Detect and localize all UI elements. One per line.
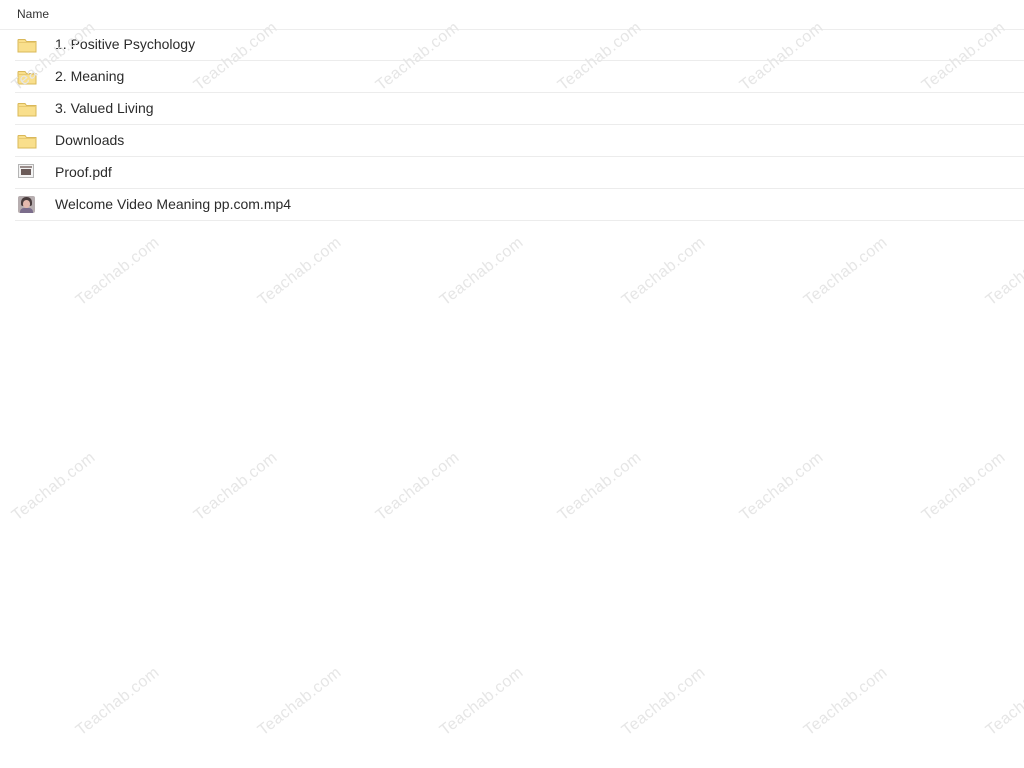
file-row-folder[interactable]: 2. Meaning <box>15 61 1024 93</box>
file-row-folder[interactable]: 3. Valued Living <box>15 93 1024 125</box>
watermark-text: Teachab.com <box>254 233 345 310</box>
file-name: 1. Positive Psychology <box>55 36 196 52</box>
watermark-text: Teachab.com <box>618 233 709 310</box>
watermark-text: Teachab.com <box>800 663 891 740</box>
watermark-text: Teachab.com <box>982 663 1024 740</box>
watermark-text: Teachab.com <box>436 663 527 740</box>
file-row-folder[interactable]: 1. Positive Psychology <box>15 29 1024 61</box>
file-name: Downloads <box>55 132 125 148</box>
folder-icon <box>17 35 37 55</box>
folder-icon <box>17 131 37 151</box>
watermark-text: Teachab.com <box>554 448 645 525</box>
video-thumbnail-icon <box>18 196 35 213</box>
file-name: Welcome Video Meaning pp.com.mp4 <box>55 196 292 212</box>
watermark-text: Teachab.com <box>372 448 463 525</box>
watermark-text: Teachab.com <box>618 663 709 740</box>
watermark-text: Teachab.com <box>254 663 345 740</box>
file-name: Proof.pdf <box>55 164 112 180</box>
column-header: Name <box>0 0 1024 30</box>
file-browser: Name 1. Positive Psychology 2. Meaning 3… <box>0 0 1024 768</box>
file-name: 2. Meaning <box>55 68 125 84</box>
name-column-header[interactable]: Name <box>17 7 49 21</box>
watermark-text: Teachab.com <box>72 663 163 740</box>
watermark-text: Teachab.com <box>8 448 99 525</box>
file-row-video[interactable]: Welcome Video Meaning pp.com.mp4 <box>15 189 1024 221</box>
folder-icon <box>17 67 37 87</box>
watermark-text: Teachab.com <box>436 233 527 310</box>
file-list: 1. Positive Psychology 2. Meaning 3. Val… <box>0 29 1024 221</box>
watermark-text: Teachab.com <box>736 448 827 525</box>
file-name: 3. Valued Living <box>55 100 154 116</box>
watermark-text: Teachab.com <box>800 233 891 310</box>
watermark-text: Teachab.com <box>918 448 1009 525</box>
folder-icon <box>17 99 37 119</box>
file-row-pdf[interactable]: Proof.pdf <box>15 157 1024 189</box>
watermark-text: Teachab.com <box>190 448 281 525</box>
file-row-folder[interactable]: Downloads <box>15 125 1024 157</box>
watermark-text: Teachab.com <box>72 233 163 310</box>
watermark-text: Teachab.com <box>982 233 1024 310</box>
pdf-thumbnail-icon <box>18 164 34 178</box>
